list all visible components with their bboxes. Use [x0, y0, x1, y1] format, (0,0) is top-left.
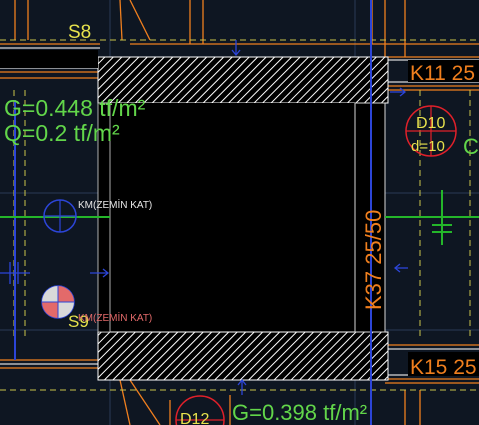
- label-k37[interactable]: K37 25/50: [361, 210, 386, 310]
- label-q-top: Q=0.2 tf/m²: [4, 120, 120, 146]
- label-d10[interactable]: D10: [416, 115, 445, 132]
- label-k11[interactable]: K11 25: [410, 62, 475, 85]
- cad-viewport[interactable]: S8 S9 K11 25 K15 25 K37 25/50 D10 d=10 C…: [0, 0, 479, 425]
- label-km-upper: KM(ZEMİN KAT): [78, 198, 152, 211]
- label-s8[interactable]: S8: [68, 22, 91, 43]
- label-d10-diameter: d=10: [411, 138, 445, 155]
- left-beam-bg: [0, 50, 98, 68]
- cad-drawing: S8 S9 K11 25 K15 25 K37 25/50 D10 d=10 C…: [0, 0, 479, 425]
- central-void: [110, 100, 355, 332]
- label-km-lower: KM(ZEMİN KAT): [78, 311, 152, 324]
- label-g-bottom: G=0.398 tf/m²: [232, 400, 367, 425]
- beam-bottom-hatch: [97, 331, 389, 381]
- label-d12[interactable]: D12: [180, 411, 209, 425]
- label-k15[interactable]: K15 25: [410, 356, 477, 379]
- label-edge-letter: C: [463, 134, 479, 159]
- beam-top-inner-edge: [110, 103, 355, 105]
- column-marker-upper[interactable]: [43, 199, 77, 233]
- label-g-top: G=0.448 tf/m²: [4, 95, 146, 121]
